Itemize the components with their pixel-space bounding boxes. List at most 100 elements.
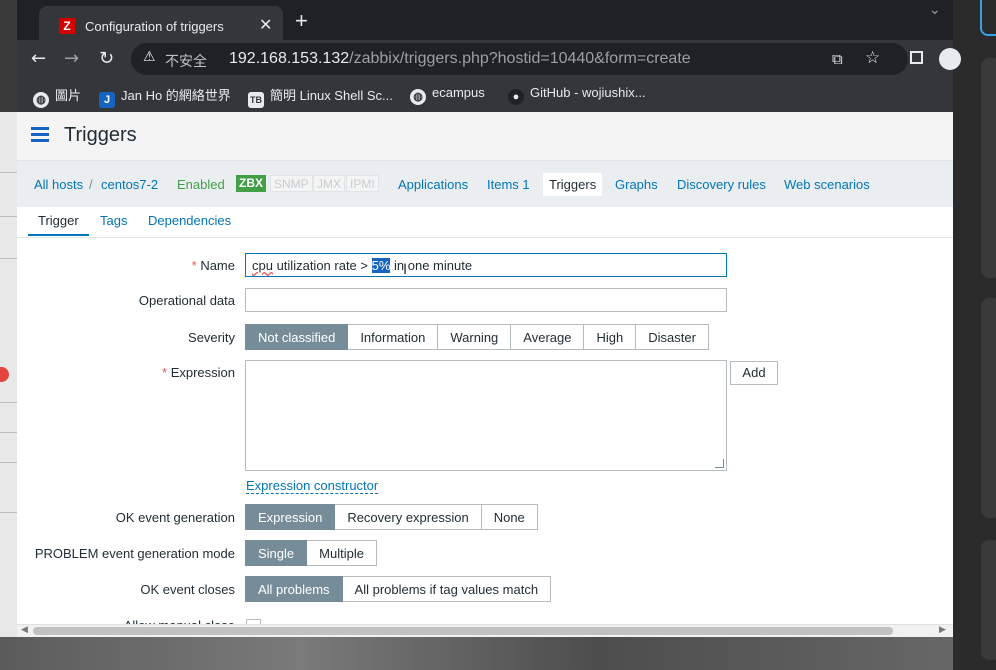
scroll-left-icon[interactable]: ◀	[21, 625, 28, 635]
side-panel	[953, 0, 996, 670]
translate-icon[interactable]: ⧉	[832, 50, 843, 68]
zabbix-favicon-icon: Z	[59, 18, 75, 34]
graphs-link[interactable]: Graphs	[615, 177, 658, 192]
bookmark-item[interactable]: J Jan Ho 的網絡世界	[99, 85, 231, 108]
back-icon[interactable]: ←	[31, 48, 46, 69]
name-value-selection: 5%	[371, 258, 391, 273]
ok-event-closes-selector: All problems All problems if tag values …	[245, 576, 552, 602]
forward-icon[interactable]: →	[64, 48, 79, 69]
required-mark: *	[162, 365, 168, 380]
url-text[interactable]: 192.168.153.132/zabbix/triggers.php?host…	[229, 50, 691, 68]
globe-icon: ◍	[410, 89, 426, 105]
severity-selector: Not classified Information Warning Avera…	[245, 324, 709, 350]
browser-tab[interactable]: Z Configuration of triggers ✕	[39, 6, 283, 40]
bookmark-label: ecampus	[432, 85, 485, 100]
insecure-label: 不安全	[165, 54, 207, 70]
bookmarks-bar: ◍ 圖片 J Jan Ho 的網絡世界 TB 簡明 Linux Shell Sc...…	[17, 78, 953, 112]
ipmi-availability-badge: IPMI	[346, 175, 379, 192]
zbx-availability-badge: ZBX	[236, 175, 266, 192]
page-title: Triggers	[64, 124, 137, 146]
expression-label: * Expression	[162, 365, 235, 380]
horizontal-scrollbar[interactable]: ◀ ▶	[17, 624, 953, 637]
expression-textarea[interactable]	[245, 360, 727, 471]
tab-tags[interactable]: Tags	[100, 213, 127, 228]
name-value-part: utilization rate >	[272, 258, 372, 273]
scroll-right-icon[interactable]: ▶	[939, 625, 946, 635]
problem-mode-single[interactable]: Single	[245, 540, 308, 566]
j-icon: J	[99, 92, 115, 108]
problem-mode-label: PROBLEM event generation mode	[34, 546, 235, 561]
problem-mode-multiple[interactable]: Multiple	[307, 540, 377, 566]
severity-disaster[interactable]: Disaster	[636, 324, 709, 350]
bookmark-item[interactable]: ◍ ecampus	[410, 85, 485, 105]
side-panel-accent	[980, 0, 996, 36]
snmp-availability-badge: SNMP	[270, 175, 313, 192]
severity-label: Severity	[188, 330, 235, 345]
required-mark: *	[191, 258, 197, 273]
address-bar[interactable]: ⚠ 不安全 192.168.153.132/zabbix/triggers.ph…	[131, 43, 908, 75]
triggers-link[interactable]: Triggers	[543, 173, 603, 196]
bookmark-star-icon[interactable]: ☆	[865, 48, 880, 68]
page-header: Triggers	[17, 112, 953, 160]
items-link[interactable]: Items 1	[487, 177, 530, 192]
name-value-part: cpu	[252, 258, 273, 273]
name-label-text: Name	[200, 258, 235, 273]
warning-icon[interactable]: ⚠	[143, 49, 156, 65]
trigger-form: * Name cpu utilization rate > 5% in one …	[17, 238, 953, 634]
tab-trigger[interactable]: Trigger	[28, 213, 89, 236]
operational-data-label: Operational data	[138, 293, 235, 308]
severity-information[interactable]: Information	[348, 324, 439, 350]
globe-icon: ◍	[33, 92, 49, 108]
problem-mode-selector: Single Multiple	[245, 540, 377, 566]
ok-event-closes-label: OK event closes	[140, 582, 235, 597]
applications-link[interactable]: Applications	[398, 177, 468, 192]
closes-all-problems[interactable]: All problems	[245, 576, 343, 602]
url-path: /zabbix/triggers.php?hostid=10440&form=c…	[349, 50, 691, 67]
close-tab-icon[interactable]: ✕	[259, 15, 272, 34]
side-panel-icon[interactable]	[910, 51, 923, 64]
severity-high[interactable]: High	[584, 324, 637, 350]
bookmark-item[interactable]: ● GitHub - wojiushix...	[508, 85, 646, 105]
desktop-background	[0, 637, 996, 670]
name-label: * Name	[192, 258, 235, 273]
ok-gen-expression[interactable]: Expression	[245, 504, 336, 530]
zabbix-page: Triggers All hosts / centos7-2 Enabled Z…	[17, 112, 953, 637]
bookmark-label: 圖片	[55, 88, 82, 103]
scrollbar-thumb[interactable]	[33, 627, 893, 635]
url-host: 192.168.153.132	[229, 50, 350, 67]
severity-warning[interactable]: Warning	[438, 324, 512, 350]
expression-constructor-link[interactable]: Expression constructor	[246, 478, 379, 494]
web-scenarios-link[interactable]: Web scenarios	[784, 177, 870, 192]
bookmark-item[interactable]: TB 簡明 Linux Shell Sc...	[248, 85, 393, 108]
all-hosts-link[interactable]: All hosts	[34, 177, 83, 192]
host-link[interactable]: centos7-2	[101, 177, 158, 192]
discovery-rules-link[interactable]: Discovery rules	[677, 177, 766, 192]
breadcrumb-separator: /	[89, 177, 93, 192]
reload-icon[interactable]: ↻	[99, 48, 114, 69]
new-tab-icon[interactable]: +	[295, 8, 308, 34]
ok-event-generation-selector: Expression Recovery expression None	[245, 504, 538, 530]
name-input[interactable]: cpu utilization rate > 5% in one minute	[245, 253, 727, 277]
tab-title: Configuration of triggers	[85, 19, 224, 34]
ok-gen-recovery-expression[interactable]: Recovery expression	[335, 504, 482, 530]
operational-data-input[interactable]	[245, 288, 727, 312]
tab-dependencies[interactable]: Dependencies	[148, 213, 231, 228]
closes-if-tag-match[interactable]: All problems if tag values match	[342, 576, 552, 602]
host-status-enabled[interactable]: Enabled	[177, 177, 225, 192]
add-expression-button[interactable]: Add	[730, 361, 778, 385]
bookmark-label: 簡明 Linux Shell Sc...	[270, 88, 393, 103]
bookmark-label: Jan Ho 的網絡世界	[121, 88, 231, 103]
jmx-availability-badge: JMX	[313, 175, 345, 192]
severity-not-classified[interactable]: Not classified	[245, 324, 349, 350]
browser-toolbar: ← → ↻ ⚠ 不安全 192.168.153.132/zabbix/trigg…	[17, 40, 961, 78]
ok-event-generation-label: OK event generation	[115, 510, 235, 525]
resize-handle-icon[interactable]	[715, 459, 724, 468]
bookmark-item[interactable]: ◍ 圖片	[33, 85, 81, 108]
severity-average[interactable]: Average	[511, 324, 585, 350]
github-icon: ●	[508, 89, 524, 105]
ok-gen-none[interactable]: None	[481, 504, 538, 530]
menu-icon[interactable]	[31, 127, 49, 145]
profile-avatar[interactable]	[939, 48, 961, 70]
expression-label-text: Expression	[170, 365, 235, 380]
tab-search-chevron-icon[interactable]: ⌄	[929, 2, 941, 18]
